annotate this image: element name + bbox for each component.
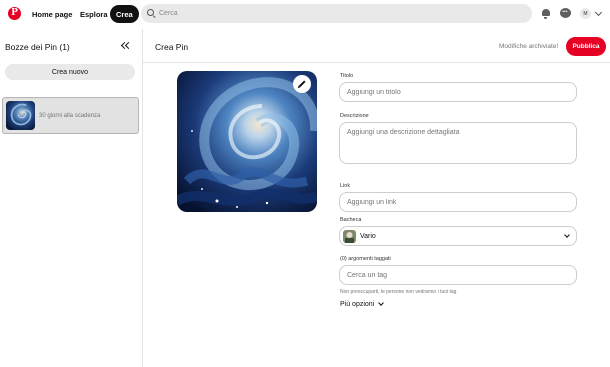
- search-bar[interactable]: [141, 4, 532, 23]
- board-value: Vario: [360, 232, 376, 240]
- search-input[interactable]: [159, 10, 519, 17]
- title-label: Titolo: [340, 73, 354, 79]
- board-label: Bacheca: [340, 217, 362, 223]
- drafts-count: (1): [59, 42, 70, 52]
- more-options-button[interactable]: Più opzioni: [340, 300, 385, 308]
- collapse-sidebar-icon[interactable]: [119, 41, 131, 51]
- sidebar-header: Bozze dei Pin (1): [5, 42, 70, 52]
- link-field[interactable]: [339, 192, 577, 212]
- nav-create[interactable]: Crea: [110, 5, 139, 23]
- chat-icon[interactable]: [560, 5, 571, 19]
- link-label: Link: [340, 183, 351, 189]
- more-options-label: Più opzioni: [340, 301, 375, 308]
- draft-list-item[interactable]: 30 giorni alla scadenza: [2, 97, 139, 134]
- title-field[interactable]: [339, 82, 577, 102]
- board-thumbnail: [343, 229, 356, 243]
- chevron-down-icon: [378, 300, 385, 306]
- edit-image-button[interactable]: [293, 75, 311, 93]
- description-field[interactable]: Aggiungi una descrizione dettagliata: [339, 122, 577, 164]
- pinterest-logo-icon[interactable]: P: [8, 7, 21, 20]
- main-header: Crea Pin Modifiche archiviate! Pubblica: [143, 29, 610, 63]
- draft-thumbnail: [6, 101, 35, 130]
- chevron-down-icon[interactable]: [594, 8, 603, 17]
- tags-label: (0) argomenti taggati: [340, 256, 391, 262]
- publish-button[interactable]: Pubblica: [566, 37, 606, 56]
- chevron-down-icon: [564, 232, 570, 238]
- draft-expiry-label: 30 giorni alla scadenza: [39, 112, 101, 119]
- avatar[interactable]: M: [580, 8, 591, 19]
- create-new-button[interactable]: Crea nuovo: [5, 64, 135, 80]
- nav-home-page[interactable]: Home page: [27, 5, 77, 23]
- bell-icon[interactable]: [540, 8, 551, 19]
- board-select[interactable]: Vario: [339, 226, 577, 246]
- tags-hint: Non preoccuparti, le persone non vedrann…: [340, 289, 457, 295]
- save-status: Modifiche archiviate!: [499, 43, 559, 50]
- search-icon: [147, 9, 156, 18]
- tag-search-field[interactable]: [339, 265, 577, 285]
- sidebar-title: Bozze dei Pin: [5, 42, 57, 52]
- description-label: Descrizione: [340, 113, 369, 119]
- page-title: Crea Pin: [155, 42, 189, 52]
- pin-image: [177, 71, 317, 212]
- pencil-icon: [298, 80, 306, 88]
- drafts-sidebar: Bozze dei Pin (1) Crea nuovo 30 giorni a…: [0, 29, 143, 367]
- nav-explore[interactable]: Esplora: [75, 5, 113, 23]
- top-navigation-bar: P Home page Esplora Crea M: [0, 0, 610, 29]
